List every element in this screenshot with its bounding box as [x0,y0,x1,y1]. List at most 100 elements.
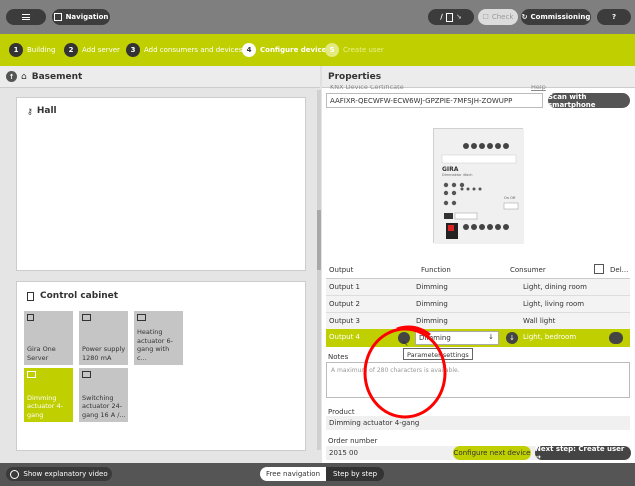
consumer-arrow-icon[interactable]: ↓ [506,332,518,344]
check-icon: ☐ [482,13,489,21]
table-row[interactable]: Output 2 Dimming Light, living room [326,296,630,313]
export-icon[interactable]: ↘ [456,13,462,21]
grid-icon [53,13,62,21]
device-tile-label: Dimming actuator 4-gang [27,393,63,419]
step-by-step-label: Step by step [332,470,378,478]
notes-label: Notes [328,353,349,361]
device-tile-heating-actuator[interactable]: Heating actuator 6-gang with c... [134,311,183,365]
explanatory-video-button[interactable]: Show explanatory video [6,467,112,481]
top-bar: Navigation ∕ ↘ ☐ Check ↻ Commissioning ? [0,0,635,34]
function-cell: Dimming [416,283,448,291]
device-tile-label: Switching actuator 24-gang 16 A /... [82,393,126,419]
step-label: Configure devices [260,46,331,54]
consumer-cell: Light, dining room [523,283,587,291]
device-tile-gira-one-server[interactable]: Gira One Server [24,311,73,365]
delete-row-icon[interactable] [609,332,623,344]
device-brand-label: GIRA [442,166,459,173]
device-tile-dimming-actuator[interactable]: Dimming actuator 4-gang [24,368,73,422]
certificate-input[interactable]: AAFIXR-QECWFW-ECW6WJ-GPZPIE-7MFSJH-ZOWUP… [326,93,543,108]
server-icon [27,314,34,321]
properties-title: Properties [328,71,382,82]
annotation-circle [363,325,447,419]
device-tile-label: Heating actuator 6-gang with c... [137,328,173,362]
step-create-user[interactable]: 5 Create user [325,43,384,57]
room-title: Hall [36,106,57,116]
scan-label: Scan with smartphone [548,92,596,109]
step-building[interactable]: 1 Building [9,43,55,57]
navigation-button[interactable]: Navigation [52,9,110,25]
column-header-function: Function [421,266,451,274]
wand-icon[interactable]: ∕ [440,13,443,21]
play-icon [10,469,20,479]
cabinet-title: Control cabinet [40,291,119,301]
configure-next-label: Configure next device [453,449,531,457]
step-number: 2 [64,43,78,57]
check-button[interactable]: ☐ Check [478,9,518,25]
output-cell: Output 2 [329,300,360,308]
output-cell: Output 1 [329,283,360,291]
function-cell: Dimming [416,300,448,308]
key-icon: ⚷ [27,106,33,116]
left-panel-header: ↑ ⌂ Basement [0,66,320,88]
navigation-label: Navigation [65,13,109,21]
delete-all-icon[interactable] [594,264,604,274]
consumer-cell: Light, bedroom [523,333,577,341]
device-onoff-label: On Off [504,196,516,200]
device-icon [27,371,36,378]
device-tile-power-supply[interactable]: Power supply 1280 mA [79,311,128,365]
column-header-consumer: Consumer [510,266,546,274]
floor-title: Basement [31,71,83,82]
step-label: Add consumers and devices [144,46,243,54]
room-card-hall[interactable]: ⚷ Hall [16,97,306,271]
step-add-consumers[interactable]: 3 Add consumers and devices [126,43,242,57]
next-step-button[interactable]: Next step: Create user → [535,445,631,461]
step-label: Building [27,46,56,54]
consumer-cell: Light, living room [523,300,585,308]
help-label: ? [611,13,617,21]
commissioning-button[interactable]: ↻ Commissioning [521,9,591,25]
outputs-table-header: Output Function Consumer Del... [326,262,630,279]
control-cabinet-card: Control cabinet [16,281,306,451]
scan-smartphone-button[interactable]: Scan with smartphone [548,92,630,109]
back-arrow-icon[interactable]: ↑ [6,71,17,82]
commissioning-label: Commissioning [530,13,591,21]
step-number: 5 [325,43,339,57]
chevron-down-icon: ↓ [488,333,494,341]
product-label: Product [328,408,355,416]
check-label: Check [491,13,514,21]
step-by-step-toggle[interactable]: Step by step [326,467,384,481]
device-tile-switching-actuator[interactable]: Switching actuator 24-gang 16 A /... [79,368,128,422]
step-label: Add server [82,46,120,54]
device-icon [82,314,91,321]
free-navigation-toggle[interactable]: Free navigation [260,467,326,481]
step-add-server[interactable]: 2 Add server [64,43,120,57]
left-scrollbar-thumb[interactable] [317,210,321,270]
device-icon [82,371,91,378]
configure-next-device-button[interactable]: Configure next device [453,446,531,460]
step-configure-devices[interactable]: 4 Configure devices [242,43,331,57]
dimming-actuator-illustration [434,129,524,244]
free-navigation-label: Free navigation [265,470,321,478]
device-model-label: Dimmaktor 4fach [442,173,473,177]
toolbar-icon-group: ∕ ↘ [428,9,474,25]
next-step-label: Next step: Create user → [535,445,625,461]
menu-icon [22,14,30,20]
column-header-output: Output [329,266,354,274]
commissioning-icon: ↻ [521,13,528,21]
certificate-label: KNX Device Certificate [330,85,404,91]
left-scrollbar-track[interactable] [317,90,321,450]
step-number: 3 [126,43,140,57]
order-number-label: Order number [328,437,378,445]
device-tile-label: Power supply 1280 mA [82,345,126,362]
column-header-delete: Del... [610,266,629,274]
wizard-steps-bar: 1 Building 2 Add server 3 Add consumers … [0,34,635,66]
device-icon[interactable] [445,12,453,22]
table-row[interactable]: Output 1 Dimming Light, dining room [326,279,630,296]
help-button[interactable]: ? [597,9,631,25]
consumer-cell: Wall light [523,317,556,325]
certificate-help-link[interactable]: Help [531,85,546,91]
bottom-bar: Show explanatory video Free navigation S… [0,463,635,486]
menu-button[interactable] [6,9,46,25]
step-number: 4 [242,43,256,57]
device-icon [137,314,146,321]
